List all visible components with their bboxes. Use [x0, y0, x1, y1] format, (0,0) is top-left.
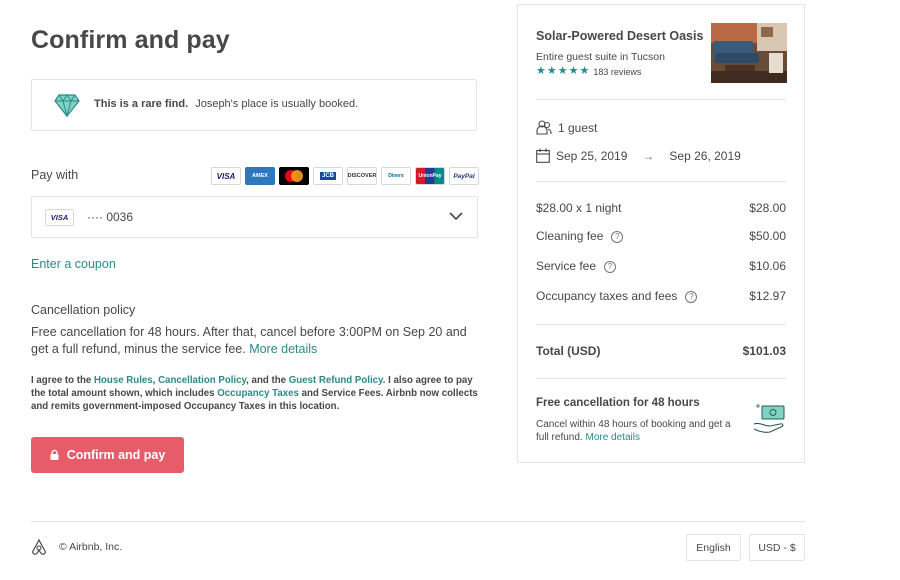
star-icon: ★ [568, 65, 579, 77]
airbnb-logo-icon [32, 539, 46, 555]
help-icon[interactable]: ? [685, 290, 698, 303]
check-in-date: Sep 25, 2019 [556, 148, 628, 163]
selected-card-number: ···· 0036 [87, 210, 134, 224]
price-line-label-wrap: Cleaning fee? [536, 229, 624, 243]
rare-find-text: This is a rare find. Joseph's place is u… [94, 98, 358, 110]
guest-refund-policy-link[interactable]: Guest Refund Policy [289, 375, 383, 386]
star-icon: ★ [557, 65, 568, 77]
free-cancellation-title: Free cancellation for 48 hours [536, 397, 700, 409]
selected-card-brand: VISA [45, 209, 74, 226]
jcb-label: JCB [319, 172, 336, 180]
guest-count: 1 guest [558, 120, 598, 135]
price-line-label: Cleaning fee [536, 229, 604, 243]
price-line-occupancy: Occupancy taxes and fees? $12.97 [536, 289, 786, 303]
listing-photo [711, 23, 787, 83]
cancellation-text: Free cancellation for 48 hours. After th… [31, 324, 471, 357]
refund-money-icon [753, 404, 785, 433]
calendar-icon [536, 148, 550, 163]
price-line-service: Service fee? $10.06 [536, 259, 786, 273]
agreement-text: I agree to the House Rules, Cancellation… [31, 374, 481, 413]
mastercard-icon [279, 167, 309, 185]
occupancy-taxes-link[interactable]: Occupancy Taxes [217, 388, 299, 399]
footer-divider [31, 521, 805, 522]
jcb-icon: JCB [313, 167, 343, 185]
listing-title: Solar-Powered Desert Oasis [536, 29, 704, 43]
price-line-label-wrap: Service fee? [536, 259, 617, 273]
review-count: 183 reviews [593, 66, 642, 77]
guests-icon [536, 120, 552, 135]
help-icon[interactable]: ? [611, 230, 624, 243]
dates-row: Sep 25, 2019 → Sep 26, 2019 [536, 148, 741, 163]
rare-find-detail: Joseph's place is usually booked. [195, 98, 359, 110]
pay-with-label: Pay with [31, 168, 79, 182]
price-line-amount: $28.00 [749, 201, 786, 215]
divider [536, 181, 786, 182]
agreement-part: , and the [246, 375, 289, 386]
arrow-right-icon: → [642, 148, 655, 163]
help-icon[interactable]: ? [604, 260, 617, 273]
price-line-amount: $50.00 [749, 229, 786, 243]
divider [536, 378, 786, 379]
visa-icon: VISA [211, 167, 241, 185]
house-rules-link[interactable]: House Rules [94, 375, 153, 386]
rare-find-banner: This is a rare find. Joseph's place is u… [31, 79, 477, 131]
listing-subtitle: Entire guest suite in Tucson [536, 51, 665, 63]
booking-summary: Solar-Powered Desert Oasis Entire guest … [517, 4, 805, 463]
free-cancellation-text: Cancel within 48 hours of booking and ge… [536, 418, 736, 444]
divider [536, 324, 786, 325]
star-icon: ★ [536, 65, 546, 77]
price-line-label-wrap: Occupancy taxes and fees? [536, 289, 698, 303]
diners-icon: Diners [381, 167, 411, 185]
cancellation-more-link[interactable]: More details [249, 342, 317, 356]
language-button[interactable]: English [686, 534, 741, 561]
free-cancellation-more-link[interactable]: More details [585, 432, 639, 443]
price-line-cleaning: Cleaning fee? $50.00 [536, 229, 786, 243]
guests-row: 1 guest [536, 120, 597, 135]
divider [536, 99, 786, 100]
copyright: © Airbnb, Inc. [59, 541, 123, 553]
total-amount: $101.03 [742, 344, 786, 358]
unionpay-label: UnionPay [418, 173, 442, 179]
page-title: Confirm and pay [31, 26, 230, 54]
price-line-amount: $12.97 [749, 289, 786, 303]
cancellation-policy-link[interactable]: Cancellation Policy [158, 375, 246, 386]
cancellation-heading: Cancellation policy [31, 303, 136, 317]
price-line-nightly: $28.00 x 1 night $28.00 [536, 201, 786, 215]
star-icon: ★ [579, 65, 590, 77]
agreement-part: I agree to the [31, 375, 94, 386]
rare-find-bold: This is a rare find. [94, 98, 189, 110]
chevron-down-icon [449, 212, 463, 221]
price-line-label: Service fee [536, 259, 597, 273]
discover-icon: DISCOVER [347, 167, 377, 185]
accepted-cards: VISA AMEX JCB DISCOVER Diners UnionPay P… [211, 167, 479, 185]
total-label: Total (USD) [536, 344, 601, 358]
paypal-icon: PayPal [449, 167, 479, 185]
confirm-button-label: Confirm and pay [66, 448, 166, 462]
amex-icon: AMEX [245, 167, 275, 185]
lock-icon [50, 450, 59, 460]
rating: ★ ★ ★ ★ ★ 183 reviews [536, 66, 641, 77]
enter-coupon-link[interactable]: Enter a coupon [31, 257, 116, 271]
price-line-label: $28.00 x 1 night [536, 201, 622, 215]
price-line-amount: $10.06 [749, 259, 786, 273]
star-icon: ★ [546, 65, 557, 77]
total-row: Total (USD) $101.03 [536, 344, 786, 358]
payment-method-select[interactable]: VISA ···· 0036 [31, 196, 478, 238]
diamond-icon [54, 94, 80, 117]
unionpay-icon: UnionPay [415, 167, 445, 185]
confirm-and-pay-button[interactable]: Confirm and pay [31, 437, 184, 473]
check-out-date: Sep 26, 2019 [669, 148, 741, 163]
currency-button[interactable]: USD - $ [749, 534, 805, 561]
price-line-label: Occupancy taxes and fees [536, 289, 678, 303]
